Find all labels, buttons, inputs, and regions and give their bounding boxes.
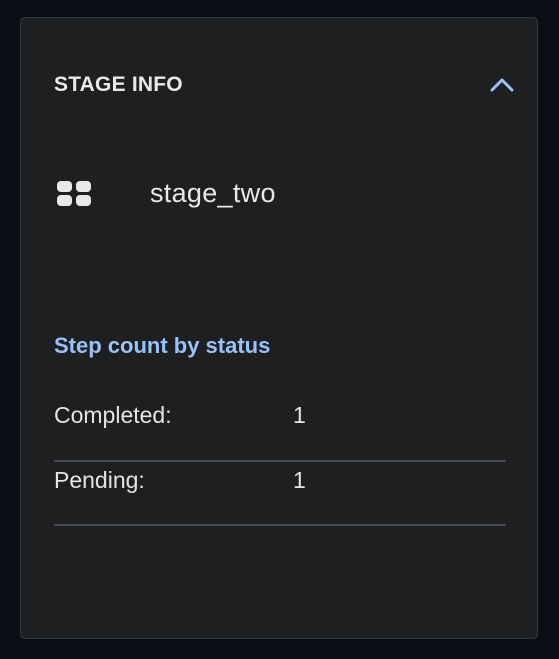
panel-header: STAGE INFO [54, 73, 514, 99]
status-value: 1 [293, 467, 306, 493]
status-label: Pending: [54, 467, 145, 493]
step-count-heading: Step count by status [54, 333, 271, 358]
status-row-completed: Completed: 1 [54, 399, 506, 462]
collapse-button[interactable] [487, 69, 517, 99]
status-table: Completed: 1 Pending: 1 [54, 399, 506, 526]
stage-name: stage_two [150, 178, 276, 208]
status-label: Completed: [54, 402, 172, 428]
chevron-up-icon [490, 78, 514, 92]
grid-icon [56, 180, 92, 206]
status-row-pending: Pending: 1 [54, 462, 506, 526]
stage-info-panel: STAGE INFO stage_two Step count by statu… [20, 17, 538, 639]
panel-title: STAGE INFO [54, 73, 183, 96]
status-value: 1 [293, 402, 306, 428]
